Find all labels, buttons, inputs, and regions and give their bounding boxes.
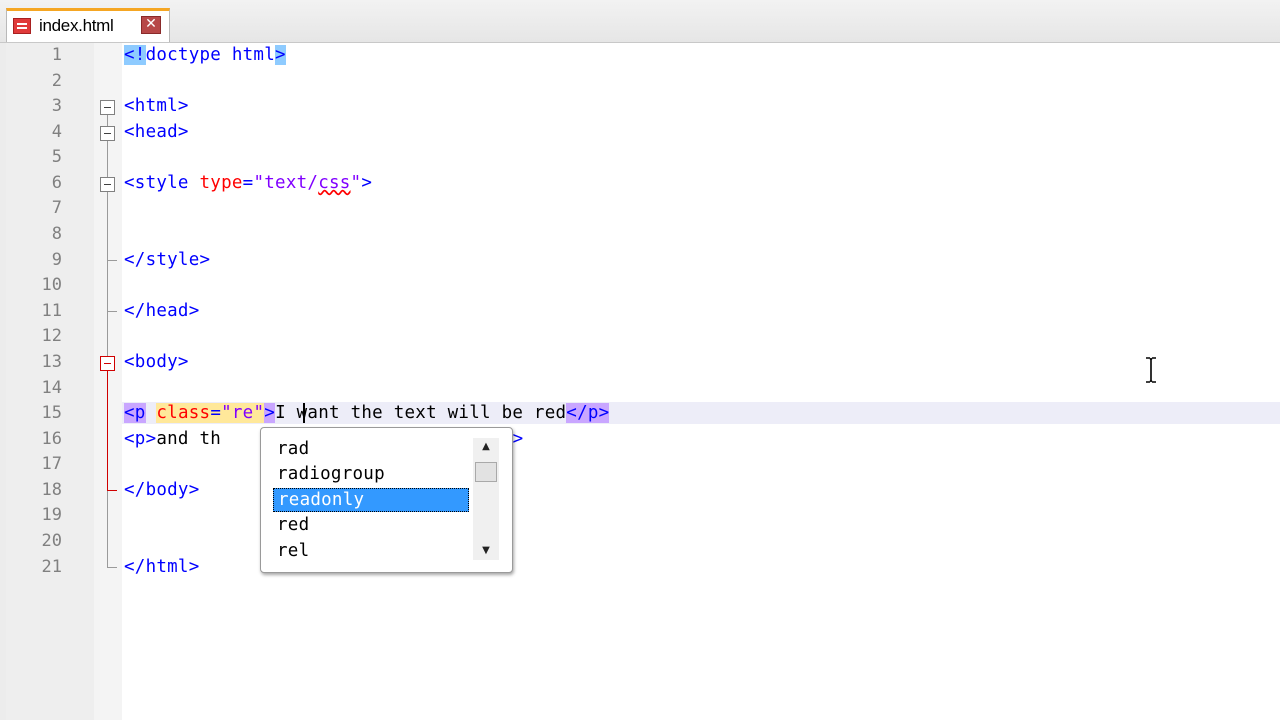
p-tag-open: <p> — [124, 429, 157, 449]
line-number: 9 — [51, 250, 62, 270]
line-number: 13 — [41, 352, 62, 372]
fold-margin[interactable] — [94, 43, 122, 720]
line-number: 3 — [51, 96, 62, 116]
line-number: 16 — [41, 429, 62, 449]
line-number: 6 — [51, 173, 62, 193]
p-tag-open: <p — [124, 403, 146, 423]
doctype-text: doctype html — [145, 45, 276, 65]
fold-toggle-body[interactable] — [100, 356, 115, 371]
doctype-open: <! — [124, 45, 146, 65]
equals-sign: = — [210, 403, 222, 423]
line-number: 8 — [51, 224, 62, 244]
close-icon[interactable]: ✕ — [141, 16, 161, 34]
line-number: 1 — [51, 45, 62, 65]
p-tag-gt: > — [264, 403, 276, 423]
line-number: 12 — [41, 326, 62, 346]
equals-sign: = — [242, 173, 254, 193]
line-number: 19 — [41, 505, 62, 525]
code-line-15[interactable]: <p class="re">I want the text will be re… — [124, 402, 610, 424]
fold-guide-line-active — [107, 371, 108, 490]
text-caret — [303, 403, 305, 423]
tab-index-html[interactable]: index.html ✕ — [6, 8, 170, 42]
tab-title: index.html — [39, 16, 114, 35]
doctype-close: > — [275, 45, 286, 65]
code-line-11[interactable]: </head> — [124, 300, 200, 322]
tab-bar: index.html ✕ — [0, 0, 1280, 43]
class-attribute: class — [156, 403, 211, 423]
fold-toggle-style[interactable] — [100, 177, 115, 192]
code-editor[interactable]: 1 2 3 4 5 6 7 8 9 10 11 12 13 14 15 16 1… — [0, 43, 1280, 720]
autocomplete-item[interactable]: radiogroup — [273, 462, 469, 486]
line-number: 5 — [51, 147, 62, 167]
line-number: 11 — [41, 301, 62, 321]
line-number: 4 — [51, 122, 62, 142]
scrollbar-thumb[interactable] — [475, 462, 497, 482]
line-number: 15 — [41, 403, 62, 423]
html-file-icon — [13, 18, 31, 34]
fold-end-marker — [107, 311, 117, 312]
paragraph-text: I want the text will be red — [275, 403, 567, 423]
attr-value-quote: " — [350, 173, 362, 193]
code-line-9[interactable]: </style> — [124, 249, 210, 271]
fold-end-marker — [107, 567, 117, 568]
fold-toggle-html[interactable] — [100, 100, 115, 115]
autocomplete-item[interactable]: rel — [273, 539, 469, 563]
code-line-3[interactable]: <html> — [124, 95, 189, 117]
code-line-4[interactable]: <head> — [124, 121, 189, 143]
class-value: "re" — [221, 403, 265, 423]
attr-value-part: "text/ — [253, 173, 319, 193]
line-number: 10 — [41, 275, 62, 295]
fold-end-marker — [107, 260, 117, 261]
line-number: 14 — [41, 378, 62, 398]
fold-end-marker-active — [107, 490, 117, 491]
line-number: 21 — [41, 557, 62, 577]
code-line-1[interactable]: <!doctype html> — [124, 44, 286, 66]
scroll-down-arrow-icon[interactable]: ▼ — [473, 542, 499, 560]
code-line-18[interactable]: </body> — [124, 479, 200, 501]
line-number: 20 — [41, 531, 62, 551]
line-number: 17 — [41, 454, 62, 474]
autocomplete-popup[interactable]: rad radiogroup readonly red rel ▲ ▼ — [260, 427, 513, 573]
line-number: 7 — [51, 198, 62, 218]
autocomplete-item-selected[interactable]: readonly — [273, 488, 469, 512]
type-attribute: type — [199, 173, 243, 193]
code-line-13[interactable]: <body> — [124, 351, 189, 373]
spellcheck-word: css — [318, 173, 351, 193]
autocomplete-item[interactable]: red — [273, 513, 469, 537]
style-tag-end: > — [361, 173, 373, 193]
autocomplete-scrollbar[interactable]: ▲ ▼ — [473, 438, 499, 560]
mouse-ibeam-cursor-icon — [1146, 357, 1156, 383]
line-number: 18 — [41, 480, 62, 500]
p-tag-close: </p> — [566, 403, 610, 423]
scroll-up-arrow-icon[interactable]: ▲ — [473, 438, 499, 456]
code-line-6[interactable]: <style type="text/css"> — [124, 172, 372, 194]
autocomplete-item[interactable]: rad — [273, 437, 469, 461]
style-tag-open: <style — [124, 173, 189, 193]
fold-toggle-head[interactable] — [100, 126, 115, 141]
code-line-21[interactable]: </html> — [124, 556, 200, 578]
paragraph-text-start: and th — [156, 429, 222, 449]
line-number: 2 — [51, 71, 62, 91]
